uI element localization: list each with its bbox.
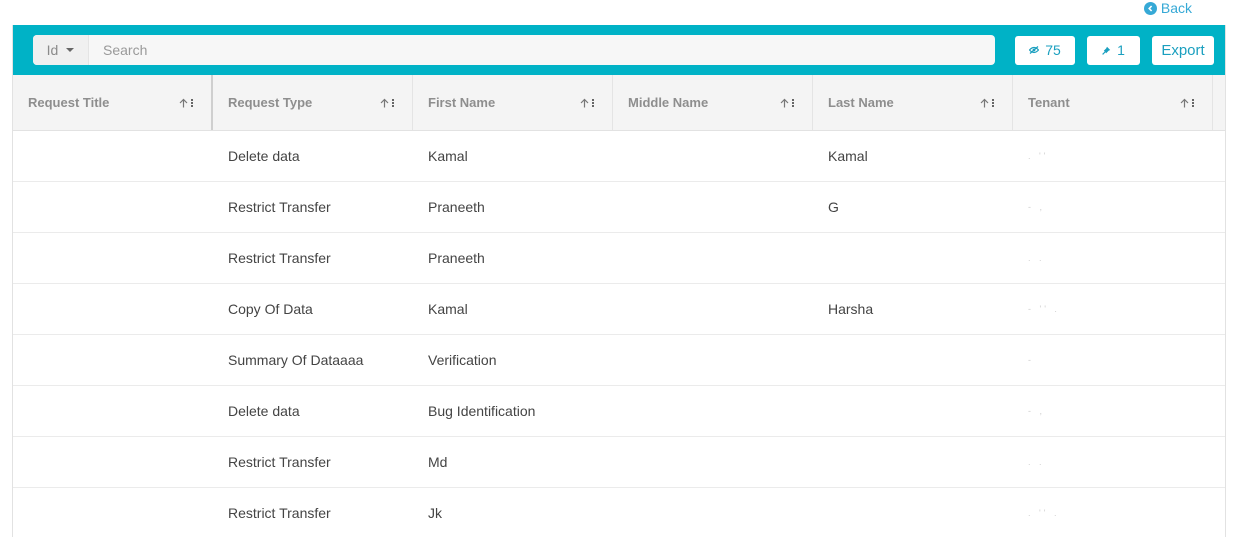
arrow-up-icon[interactable] <box>179 98 188 108</box>
table-row[interactable]: Restrict Transfer Praneeth . . <box>13 233 1225 284</box>
column-controls <box>1180 98 1194 108</box>
column-controls <box>179 98 193 108</box>
cell-tenant: . . <box>1028 457 1045 467</box>
cell-first-name: Bug Identification <box>428 403 536 419</box>
table-row[interactable]: Delete data Kamal Kamal . '' <box>13 131 1225 182</box>
hidden-columns-button[interactable]: 75 <box>1015 35 1075 65</box>
column-controls <box>580 98 594 108</box>
kebab-menu-icon[interactable] <box>992 98 994 107</box>
column-header-label: Request Type <box>228 95 313 110</box>
cell-tenant: . '' <box>1028 151 1049 161</box>
column-header-last-name[interactable]: Last Name <box>813 75 1013 130</box>
column-header-middle-name[interactable]: Middle Name <box>613 75 813 130</box>
table-row[interactable]: Restrict Transfer Jk . '' . <box>13 488 1225 537</box>
cell-tenant: - '' . <box>1028 304 1060 314</box>
cell-request-type: Restrict Transfer <box>228 454 331 470</box>
eye-off-icon <box>1029 46 1040 54</box>
table-row[interactable]: Summary Of Dataaaa Verification - <box>13 335 1225 386</box>
cell-request-type: Restrict Transfer <box>228 199 331 215</box>
column-header-label: Last Name <box>828 95 894 110</box>
grid-body: Delete data Kamal Kamal . '' Restrict Tr… <box>13 131 1225 537</box>
chevron-left-circle-icon <box>1143 1 1157 15</box>
cell-tenant: . '' . <box>1028 508 1060 518</box>
arrow-up-icon[interactable] <box>980 98 989 108</box>
column-controls <box>980 98 994 108</box>
cell-first-name: Verification <box>428 352 497 368</box>
grid-header: Request Title Request Type First Name Mi… <box>13 75 1225 131</box>
cell-first-name: Md <box>428 454 448 470</box>
hidden-columns-count: 75 <box>1045 42 1061 58</box>
pin-icon <box>1102 46 1111 55</box>
column-header-request-type[interactable]: Request Type <box>213 75 413 130</box>
cell-tenant: - , <box>1028 406 1045 416</box>
grid-toolbar: Id 75 1 Export <box>13 25 1225 75</box>
cell-first-name: Jk <box>428 505 442 521</box>
search-group: Id <box>33 35 995 65</box>
kebab-menu-icon[interactable] <box>392 98 394 107</box>
cell-request-type: Delete data <box>228 403 300 419</box>
cell-last-name: Kamal <box>828 148 868 164</box>
cell-request-type: Restrict Transfer <box>228 505 331 521</box>
arrow-up-icon[interactable] <box>1180 98 1189 108</box>
table-row[interactable]: Restrict Transfer Md . . <box>13 437 1225 488</box>
cell-first-name: Praneeth <box>428 199 485 215</box>
data-grid-panel: Id 75 1 Export Request Title <box>12 25 1226 537</box>
table-row[interactable]: Delete data Bug Identification - , <box>13 386 1225 437</box>
cell-tenant: . . <box>1028 253 1045 263</box>
column-controls <box>780 98 794 108</box>
kebab-menu-icon[interactable] <box>1192 98 1194 107</box>
column-header-first-name[interactable]: First Name <box>413 75 613 130</box>
cell-last-name: G <box>828 199 839 215</box>
cell-last-name: Harsha <box>828 301 874 317</box>
column-header-label: Tenant <box>1028 95 1070 110</box>
cell-first-name: Kamal <box>428 301 468 317</box>
cell-tenant: - , <box>1028 202 1045 212</box>
arrow-up-icon[interactable] <box>380 98 389 108</box>
cell-request-type: Summary Of Dataaaa <box>228 352 364 368</box>
arrow-up-icon[interactable] <box>580 98 589 108</box>
filter-field-value: Id <box>46 42 59 58</box>
search-input[interactable] <box>89 35 995 65</box>
kebab-menu-icon[interactable] <box>592 98 594 107</box>
cell-request-type: Restrict Transfer <box>228 250 331 266</box>
column-header-tenant[interactable]: Tenant <box>1013 75 1213 130</box>
cell-first-name: Kamal <box>428 148 468 164</box>
export-button[interactable]: Export <box>1152 35 1214 65</box>
column-header-label: Request Title <box>28 95 110 110</box>
column-header-label: First Name <box>428 95 496 110</box>
cell-first-name: Praneeth <box>428 250 485 266</box>
kebab-menu-icon[interactable] <box>792 98 794 107</box>
pinned-columns-count: 1 <box>1117 42 1125 58</box>
cell-request-type: Copy Of Data <box>228 301 313 317</box>
column-controls <box>380 98 394 108</box>
kebab-menu-icon[interactable] <box>191 98 193 107</box>
back-link[interactable]: Back <box>1143 0 1192 16</box>
caret-down-icon <box>66 48 75 52</box>
pinned-columns-button[interactable]: 1 <box>1087 35 1140 65</box>
cell-request-type: Delete data <box>228 148 300 164</box>
back-label: Back <box>1160 0 1192 16</box>
column-header-label: Middle Name <box>628 95 709 110</box>
column-header-request-title[interactable]: Request Title <box>13 75 213 130</box>
arrow-up-icon[interactable] <box>780 98 789 108</box>
filter-field-select[interactable]: Id <box>33 35 89 65</box>
cell-tenant: - <box>1028 355 1034 365</box>
table-row[interactable]: Restrict Transfer Praneeth G - , <box>13 182 1225 233</box>
table-row[interactable]: Copy Of Data Kamal Harsha - '' . <box>13 284 1225 335</box>
